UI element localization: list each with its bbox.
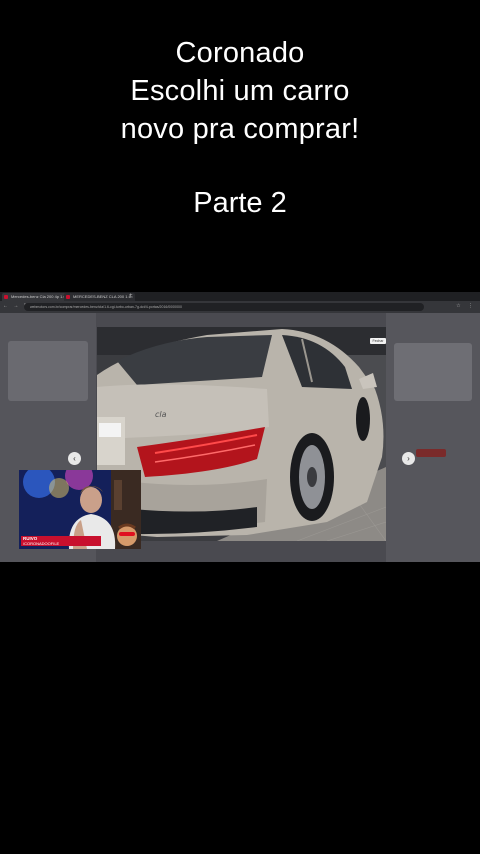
streamer-webcam: RUIVO /CORONADOOFILE [19,470,141,549]
badge-bottom-text: /CORONADOOFILE [23,541,60,546]
browser-tab-2[interactable]: MERCEDES-BENZ CLA 200 1.6 × [64,293,135,301]
page-right-panel [386,313,480,562]
webmotors-favicon-icon [4,295,8,299]
browser-menu-icon[interactable]: ☆ ⋮ [456,303,476,309]
gallery-prev-arrow-icon[interactable]: ‹ [68,452,81,465]
browser-tab-1[interactable]: Mercedes-benz Cla 200 4p 1.6 × [2,293,71,301]
title-line-2: Escolhi um carro [130,75,350,107]
gallery-next-arrow-icon[interactable]: › [402,452,415,465]
streamer-name-badge: RUIVO /CORONADOOFILE [21,536,101,546]
tab-2-label: MERCEDES-BENZ CLA 200 1.6 [73,294,131,299]
webmotors-favicon-icon [66,295,70,299]
browser-tab-bar: Mercedes-benz Cla 200 4p 1.6 × MERCEDES-… [0,292,480,301]
browser-toolbar: ← → ↻ webmotors.com.br/comprar/mercedes-… [0,301,480,313]
video-title: Coronado Escolhi um carro novo pra compr… [0,34,480,148]
tab-1-label: Mercedes-benz Cla 200 4p 1.6 [11,294,66,299]
contact-button[interactable] [416,449,446,457]
title-line-3: novo pra comprar! [120,113,360,145]
svg-text:cla: cla [155,410,167,419]
gallery-close-button[interactable]: Fechar [370,338,386,344]
new-tab-icon[interactable]: + [129,292,133,301]
part-label: Parte 2 [193,187,287,219]
title-line-1: Coronado [175,37,305,69]
price-card [394,343,472,401]
address-bar[interactable]: webmotors.com.br/comprar/mercedes-benz/c… [24,303,424,311]
